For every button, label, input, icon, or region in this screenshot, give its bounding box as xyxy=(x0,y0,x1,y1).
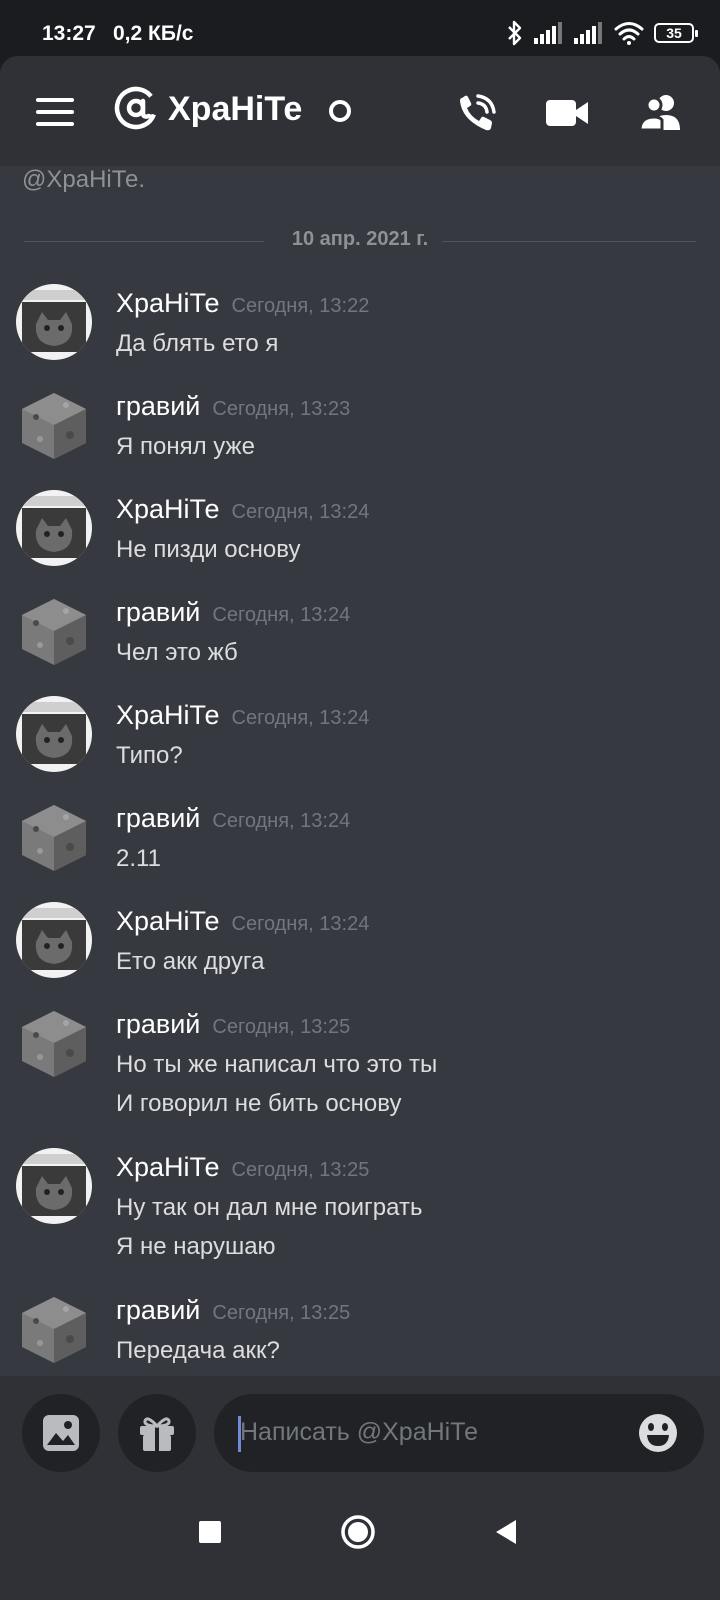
message-author[interactable]: ХраНіТе xyxy=(116,700,220,730)
message-author[interactable]: ХраНіТе xyxy=(116,288,220,318)
message-timestamp: Сегодня, 13:25 xyxy=(212,1302,351,1324)
message-input-placeholder: Написать @ХраНіТе xyxy=(240,1418,478,1446)
message-text: Не пизди основу xyxy=(116,536,301,563)
message-timestamp: Сегодня, 13:24 xyxy=(231,913,370,935)
message-input[interactable]: Написать @ХраНіТе xyxy=(214,1394,704,1472)
image-icon xyxy=(43,1415,79,1451)
message-text: Но ты же написал что это ты xyxy=(116,1051,438,1078)
message-timestamp: Сегодня, 13:24 xyxy=(231,501,370,523)
gift-button[interactable] xyxy=(118,1394,196,1472)
message-timestamp: Сегодня, 13:24 xyxy=(231,707,370,729)
composer: Написать @ХраНіТе xyxy=(0,1376,720,1472)
message-author[interactable]: ХраНіТе xyxy=(116,906,220,936)
status-bar: 13:27 0,2 КБ/с 35 xyxy=(0,0,720,56)
message-text: Чел это жб xyxy=(116,639,238,666)
avatar-cat[interactable] xyxy=(16,284,92,360)
avatar-gravel[interactable] xyxy=(16,1291,92,1367)
message-timestamp: Сегодня, 13:22 xyxy=(231,295,370,317)
status-offline-icon xyxy=(329,100,351,122)
video-icon[interactable] xyxy=(544,90,590,136)
status-network-speed: 0,2 КБ/с xyxy=(113,22,194,45)
avatar-cat[interactable] xyxy=(16,1148,92,1224)
message-text: Ну так он дал мне поиграть xyxy=(116,1194,423,1221)
menu-icon[interactable] xyxy=(36,98,74,126)
message-timestamp: Сегодня, 13:24 xyxy=(212,810,351,832)
avatar-cat[interactable] xyxy=(16,490,92,566)
attach-image-button[interactable] xyxy=(22,1394,100,1472)
emoji-icon[interactable] xyxy=(638,1413,678,1453)
message-author[interactable]: гравий xyxy=(116,597,200,627)
avatar-gravel[interactable] xyxy=(16,799,92,875)
message-text: И говорил не бить основу xyxy=(116,1090,402,1117)
at-icon xyxy=(114,86,158,130)
message-author[interactable]: гравий xyxy=(116,391,200,421)
recents-icon[interactable] xyxy=(198,1520,222,1544)
date-divider: 10 апр. 2021 г. xyxy=(24,226,696,256)
channel-header: ХраНіТе xyxy=(0,56,720,166)
message-text: Типо? xyxy=(116,742,183,769)
avatar-gravel[interactable] xyxy=(16,593,92,669)
avatar-gravel[interactable] xyxy=(16,387,92,463)
message-text: 2.11 xyxy=(116,845,161,872)
message-text: Да блять ето я xyxy=(116,330,279,357)
phone-call-icon[interactable] xyxy=(454,90,500,136)
message-author[interactable]: гравий xyxy=(116,1295,200,1325)
wifi-icon xyxy=(614,22,644,45)
back-icon[interactable] xyxy=(494,1519,518,1545)
message-list[interactable]: @ХраНіТе. 10 апр. 2021 г. ХраНіТе Сегодня… xyxy=(0,166,720,1431)
message-timestamp: Сегодня, 13:25 xyxy=(231,1159,370,1181)
gift-icon xyxy=(140,1417,174,1451)
message-text: Передача акк? xyxy=(116,1337,280,1364)
avatar-gravel[interactable] xyxy=(16,1005,92,1081)
signal-icon xyxy=(574,22,602,44)
battery-icon: 35 xyxy=(654,23,698,43)
message-timestamp: Сегодня, 13:24 xyxy=(212,604,351,626)
message-author[interactable]: ХраНіТе xyxy=(116,1152,220,1182)
avatar-cat[interactable] xyxy=(16,902,92,978)
message-text: Я не нарушаю xyxy=(116,1233,276,1260)
welcome-text: @ХраНіТе. xyxy=(22,166,146,193)
members-icon[interactable] xyxy=(638,90,684,136)
dm-screen: ХраНіТе @ХраНіТе. 10 апр. 2021 г. ХраНіТ… xyxy=(0,56,720,1600)
message-author[interactable]: гравий xyxy=(116,803,200,833)
system-nav-bar xyxy=(0,1472,720,1600)
message-text: Я понял уже xyxy=(116,433,255,460)
avatar-cat[interactable] xyxy=(16,696,92,772)
message-author[interactable]: гравий xyxy=(116,1009,200,1039)
message-timestamp: Сегодня, 13:25 xyxy=(212,1016,351,1038)
status-time: 13:27 xyxy=(42,22,96,45)
signal-icon xyxy=(534,22,562,44)
home-icon[interactable] xyxy=(340,1514,376,1550)
message-text: Ето акк друга xyxy=(116,948,265,975)
channel-title: ХраНіТе xyxy=(168,90,303,128)
date-divider-label: 10 апр. 2021 г. xyxy=(277,228,443,250)
bluetooth-icon xyxy=(508,20,522,46)
message-timestamp: Сегодня, 13:23 xyxy=(212,398,351,420)
message-author[interactable]: ХраНіТе xyxy=(116,494,220,524)
